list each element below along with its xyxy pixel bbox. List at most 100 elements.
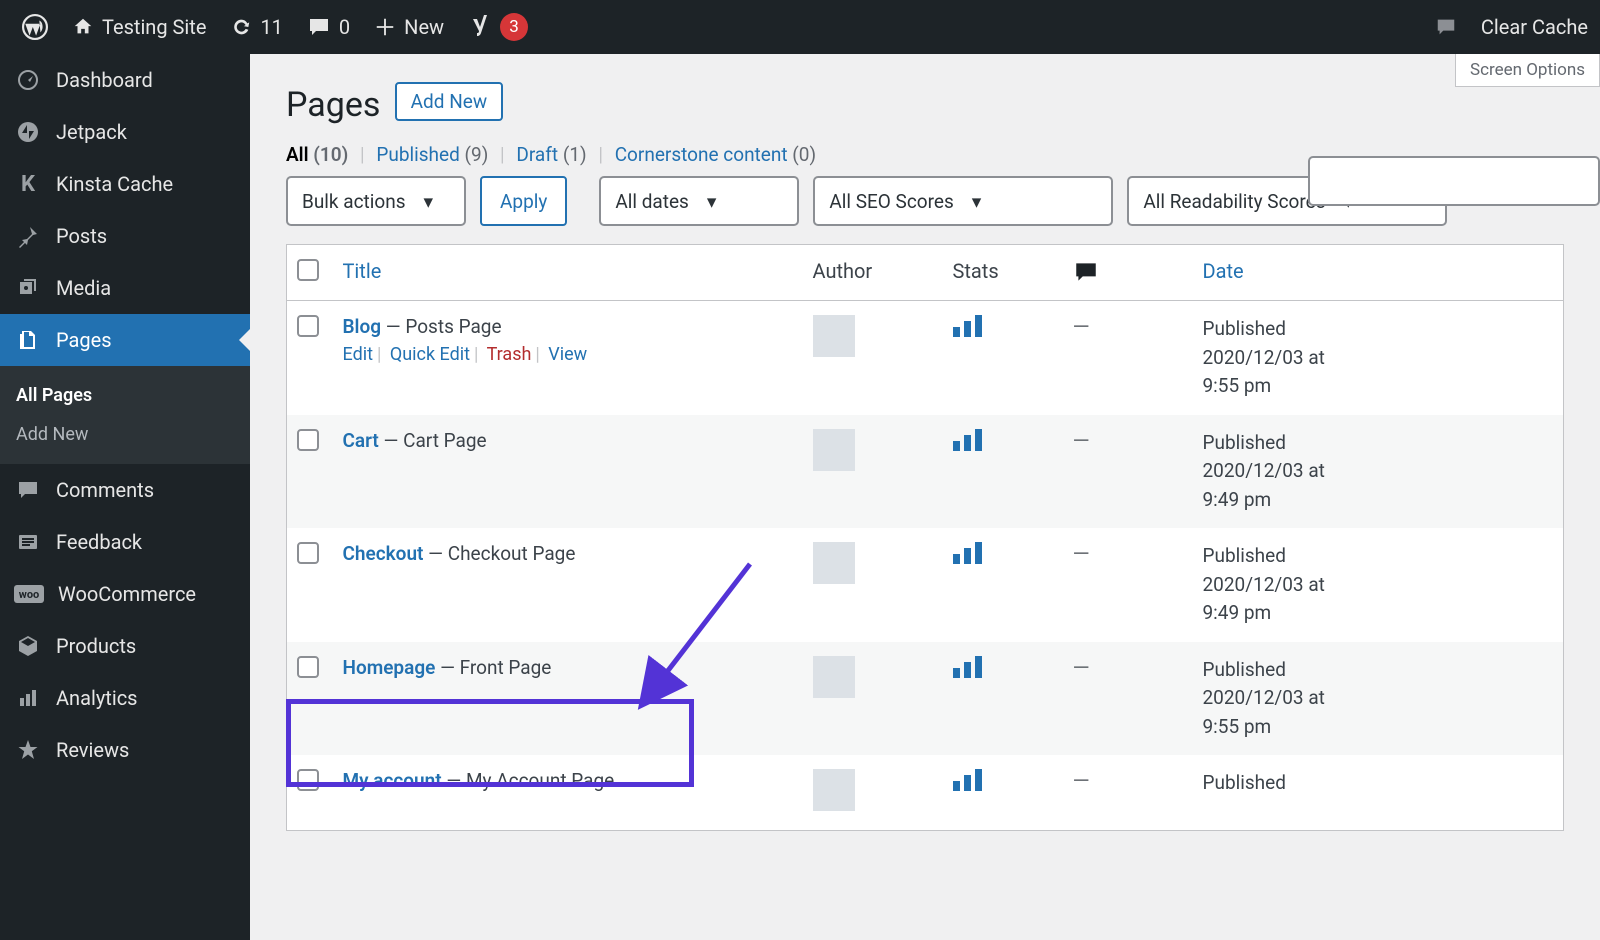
add-new-button[interactable]: Add New (395, 82, 503, 121)
comments-link[interactable]: 0 (295, 0, 362, 54)
col-title[interactable]: Title (333, 245, 803, 301)
stats-icon (953, 542, 982, 564)
row-comments-cell: — (1063, 415, 1193, 529)
author-avatar (813, 429, 855, 471)
row-stats-cell[interactable] (943, 301, 1063, 415)
row-title-link[interactable]: Cart (343, 429, 379, 452)
sidebar-item-jetpack[interactable]: Jetpack (0, 106, 250, 158)
sidebar-item-label: Feedback (56, 530, 142, 554)
row-author-cell (803, 642, 943, 756)
row-title-cell: Blog — Posts Page Edit| Quick Edit| Tras… (333, 301, 803, 415)
sidebar-item-woocommerce[interactable]: woo WooCommerce (0, 568, 250, 620)
row-comments-cell: — (1063, 642, 1193, 756)
row-stats-cell[interactable] (943, 415, 1063, 529)
status-draft[interactable]: Draft (1) (516, 143, 586, 166)
yoast-icon (468, 15, 492, 39)
status-published[interactable]: Published (9) (376, 143, 488, 166)
row-action-trash[interactable]: Trash (487, 344, 532, 365)
yoast-link[interactable]: 3 (456, 0, 540, 54)
row-stats-cell[interactable] (943, 755, 1063, 831)
row-checkbox[interactable] (297, 769, 319, 791)
sidebar-item-analytics[interactable]: Analytics (0, 672, 250, 724)
stats-icon (953, 315, 982, 337)
select-all-checkbox[interactable] (297, 259, 319, 281)
col-comments[interactable] (1063, 245, 1193, 301)
row-stats-cell[interactable] (943, 642, 1063, 756)
chat-icon (1435, 16, 1457, 38)
sidebar-item-label: Jetpack (56, 120, 127, 144)
sidebar-submenu-pages: All Pages Add New (0, 366, 250, 464)
col-author[interactable]: Author (803, 245, 943, 301)
new-content-link[interactable]: New (362, 0, 456, 54)
col-date[interactable]: Date (1193, 245, 1564, 301)
dates-select[interactable]: All dates ▾ (599, 176, 799, 226)
gauge-icon (14, 66, 42, 94)
comment-icon (307, 15, 331, 39)
row-title-link[interactable]: Checkout (343, 542, 424, 565)
sidebar-item-reviews[interactable]: Reviews (0, 724, 250, 776)
bars-icon (14, 684, 42, 712)
row-action-quick-edit[interactable]: Quick Edit (390, 344, 470, 365)
author-avatar (813, 769, 855, 811)
sidebar-item-comments[interactable]: Comments (0, 464, 250, 516)
row-author-cell (803, 301, 943, 415)
screen-options-tab[interactable]: Screen Options (1455, 54, 1600, 87)
row-date-cell: Published2020/12/03 at9:49 pm (1193, 415, 1564, 529)
updates-link[interactable]: 11 (218, 0, 294, 54)
refresh-icon (230, 16, 252, 38)
row-title-link[interactable]: Blog (343, 315, 382, 338)
sidebar-item-pages[interactable]: Pages (0, 314, 250, 366)
row-stats-cell[interactable] (943, 528, 1063, 642)
site-name: Testing Site (102, 15, 206, 39)
admin-toolbar: Testing Site 11 0 New 3 (0, 0, 1600, 54)
sidebar-item-media[interactable]: Media (0, 262, 250, 314)
row-checkbox[interactable] (297, 429, 319, 451)
author-avatar (813, 315, 855, 357)
sidebar-item-label: Comments (56, 478, 154, 502)
site-name-link[interactable]: Testing Site (60, 0, 218, 54)
sidebar-item-posts[interactable]: Posts (0, 210, 250, 262)
stats-icon (953, 656, 982, 678)
table-row: Homepage — Front Page — Published2020/12… (287, 642, 1564, 756)
sidebar-item-kinsta[interactable]: K Kinsta Cache (0, 158, 250, 210)
admin-sidebar: Dashboard Jetpack K Kinsta Cache Posts M… (0, 54, 250, 940)
row-title-link[interactable]: Homepage (343, 656, 436, 679)
sidebar-item-dashboard[interactable]: Dashboard (0, 54, 250, 106)
table-row: Blog — Posts Page Edit| Quick Edit| Tras… (287, 301, 1564, 415)
seo-scores-select[interactable]: All SEO Scores ▾ (813, 176, 1113, 226)
row-checkbox[interactable] (297, 656, 319, 678)
col-stats[interactable]: Stats (943, 245, 1063, 301)
clear-cache-label: Clear Cache (1481, 15, 1588, 39)
search-field[interactable] (1324, 170, 1584, 192)
sidebar-item-feedback[interactable]: Feedback (0, 516, 250, 568)
yoast-badge: 3 (500, 13, 528, 41)
clear-cache-link[interactable]: Clear Cache (1469, 0, 1600, 54)
sidebar-item-label: Pages (56, 328, 112, 352)
sidebar-item-products[interactable]: Products (0, 620, 250, 672)
status-all[interactable]: All (10) (286, 143, 348, 166)
chevron-down-icon: ▾ (707, 190, 717, 213)
pin-icon (14, 222, 42, 250)
row-checkbox[interactable] (297, 315, 319, 337)
chevron-down-icon: ▾ (424, 190, 434, 213)
home-icon (72, 16, 94, 38)
row-date-cell: Published2020/12/03 at9:55 pm (1193, 301, 1564, 415)
submenu-add-new[interactable]: Add New (0, 415, 250, 454)
sidebar-item-label: Analytics (56, 686, 138, 710)
row-title-link[interactable]: My account (343, 769, 442, 792)
row-action-view[interactable]: View (548, 344, 587, 365)
table-row: Checkout — Checkout Page — Published2020… (287, 528, 1564, 642)
row-comments-cell: — (1063, 301, 1193, 415)
row-checkbox[interactable] (297, 542, 319, 564)
wp-logo[interactable] (10, 0, 60, 54)
submenu-all-pages[interactable]: All Pages (0, 376, 250, 415)
bulk-actions-select[interactable]: Bulk actions ▾ (286, 176, 466, 226)
status-cornerstone[interactable]: Cornerstone content (0) (615, 143, 816, 166)
kinsta-toolbar[interactable] (1423, 0, 1469, 54)
row-author-cell (803, 415, 943, 529)
row-action-edit[interactable]: Edit (343, 344, 373, 365)
row-comments-cell: — (1063, 528, 1193, 642)
author-avatar (813, 656, 855, 698)
search-pages-input[interactable] (1308, 156, 1600, 206)
apply-button[interactable]: Apply (480, 176, 567, 226)
